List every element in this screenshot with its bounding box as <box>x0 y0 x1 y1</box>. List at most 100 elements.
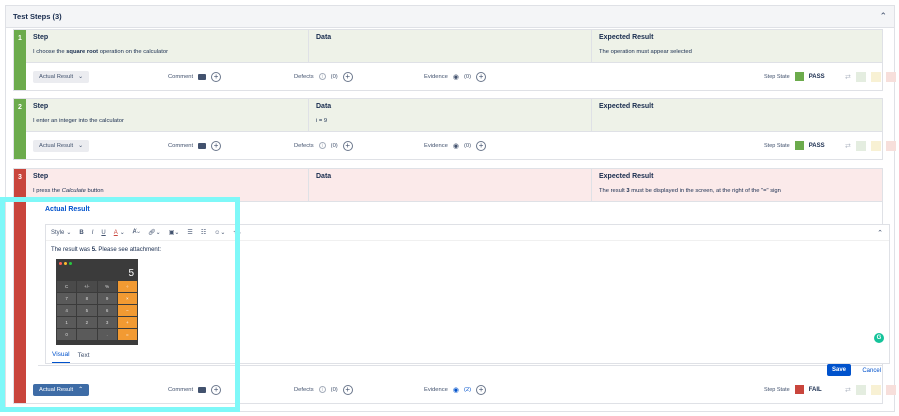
state-value: PASS <box>808 142 825 149</box>
expected-text: The result 3 must be displayed in the sc… <box>599 188 781 194</box>
state-swatch[interactable] <box>794 385 804 394</box>
calculator-keypad: C +/-% ÷ 7 8 9 × 4 5 6− 1 2 3 +0. = <box>56 281 138 340</box>
image-icon[interactable]: ▣⌄ <box>169 229 180 236</box>
calculator-key: 8 <box>77 293 97 304</box>
grammarly-icon[interactable]: G <box>874 333 884 343</box>
calculator-key: 5 <box>77 305 97 316</box>
add-comment-icon[interactable]: + <box>211 71 222 82</box>
more-formatting-icon[interactable]: Ꭺ̸⌄ <box>133 229 140 236</box>
actual-result-button[interactable]: Actual Result ⌄ <box>33 70 90 83</box>
state-shortcuts: ⇄ <box>845 140 896 151</box>
tab-visual[interactable]: Visual <box>52 351 70 363</box>
expected-text: The operation must appear selected <box>599 49 692 55</box>
rich-text-editor[interactable]: Style ⌄ B I U A ⌄ Ꭺ̸⌄ 🔗︎⌄ ▣⌄ ☰ ☷ ☺⌄ +⌄ ⌃ T… <box>45 224 890 376</box>
chevron-down-icon: ⌄ <box>78 73 84 80</box>
expected-header: Expected Result <box>599 173 654 180</box>
data-text: i = 9 <box>316 118 328 124</box>
step-cell: Step I enter an integer into the calcula… <box>26 99 309 131</box>
swap-icon[interactable]: ⇄ <box>845 386 851 394</box>
step-actions-row: Actual Result ⌄ Comment + Defects i (0) + Evi… <box>26 63 896 90</box>
step-number: 1 <box>14 30 26 90</box>
text-color-button[interactable]: A ⌄ <box>114 229 125 237</box>
comment-icon[interactable] <box>198 73 207 80</box>
state-shortcuts: ⇄ <box>845 384 896 395</box>
comment-icon[interactable] <box>198 142 207 149</box>
numbered-list-icon[interactable]: ☷ <box>201 229 206 236</box>
test-step-3: 3 Step I press the Calculate button Data… <box>13 168 896 404</box>
data-cell: Data <box>309 169 592 201</box>
eye-icon[interactable]: ◉ <box>453 142 459 150</box>
calculator-screenshot-attachment[interactable]: 5 C +/-% ÷ 7 8 9 × 4 5 6−1 2 3 +0. = <box>56 259 138 345</box>
add-comment-icon[interactable]: + <box>211 384 222 395</box>
step-number: 2 <box>14 99 26 159</box>
add-defect-icon[interactable]: + <box>342 140 353 151</box>
step-text: I enter an integer into the calculator <box>33 118 124 124</box>
pass-shortcut[interactable] <box>855 71 866 82</box>
info-icon: i <box>318 386 326 393</box>
fail-shortcut[interactable] <box>885 384 896 395</box>
editor-tabs: Visual Text <box>46 346 889 363</box>
calculator-key: 1 <box>57 317 77 328</box>
add-defect-icon[interactable]: + <box>342 71 353 82</box>
chevron-up-icon[interactable]: ⌃ <box>879 11 887 22</box>
actual-result-button[interactable]: Actual Result ⌃ <box>33 383 90 396</box>
fail-shortcut[interactable] <box>885 140 896 151</box>
todo-shortcut[interactable] <box>870 140 881 151</box>
panel-header[interactable]: Test Steps (3) ⌃ <box>6 6 894 28</box>
comment-action: Comment + <box>168 71 222 82</box>
step-header: Step <box>33 103 49 110</box>
comment-icon[interactable] <box>198 386 207 393</box>
insert-plus-icon[interactable]: +⌄ <box>233 229 242 236</box>
calculator-key: 6 <box>97 305 117 316</box>
pass-shortcut[interactable] <box>855 140 866 151</box>
pass-shortcut[interactable] <box>855 384 866 395</box>
eye-icon[interactable]: ◉ <box>453 73 459 81</box>
calculator-key: − <box>117 305 137 316</box>
step-text: I press the Calculate button <box>33 188 104 194</box>
bullet-list-icon[interactable]: ☰ <box>187 229 192 236</box>
bold-button[interactable]: B <box>79 230 83 236</box>
expected-cell: Expected Result The operation must appea… <box>592 30 882 62</box>
calculator-display: 5 <box>128 268 134 279</box>
calculator-key: 7 <box>57 293 77 304</box>
state-swatch[interactable] <box>794 141 804 150</box>
step-actions-row: Actual Result ⌃ Comment + Defects i (0) + Evi… <box>26 376 896 403</box>
add-evidence-icon[interactable]: + <box>476 71 487 82</box>
state-swatch[interactable] <box>794 72 804 81</box>
style-dropdown[interactable]: Style ⌄ <box>51 229 71 237</box>
data-header: Data <box>316 173 332 180</box>
add-evidence-icon[interactable]: + <box>476 384 487 395</box>
swap-icon[interactable]: ⇄ <box>845 142 851 150</box>
add-evidence-icon[interactable]: + <box>476 140 487 151</box>
comment-action: Comment + <box>168 384 222 395</box>
add-defect-icon[interactable]: + <box>342 384 353 395</box>
underline-button[interactable]: U <box>101 230 105 236</box>
todo-shortcut[interactable] <box>870 384 881 395</box>
actual-result-button[interactable]: Actual Result ⌄ <box>33 139 90 152</box>
data-cell: Data i = 9 <box>309 99 592 131</box>
tab-text[interactable]: Text <box>78 352 90 363</box>
maximize-dot-icon <box>69 261 72 265</box>
swap-icon[interactable]: ⇄ <box>845 73 851 81</box>
expected-header: Expected Result <box>599 34 654 41</box>
add-comment-icon[interactable]: + <box>211 140 222 151</box>
calculator-key: = <box>117 329 137 340</box>
cancel-button[interactable]: Cancel <box>862 368 881 374</box>
data-header: Data <box>316 34 332 41</box>
eye-icon[interactable]: ◉ <box>453 386 459 394</box>
link-icon[interactable]: 🔗︎⌄ <box>148 229 161 236</box>
fail-shortcut[interactable] <box>885 71 896 82</box>
step-cell: Step I choose the square root operation … <box>26 30 309 62</box>
calculator-key: × <box>117 293 137 304</box>
state-shortcuts: ⇄ <box>845 71 896 82</box>
emoji-icon[interactable]: ☺⌄ <box>214 229 225 236</box>
save-button[interactable]: Save <box>826 364 851 376</box>
evidence-action: Evidence ◉ (0) + <box>424 140 487 151</box>
info-icon: i <box>318 73 326 80</box>
chevron-down-icon: ⌄ <box>78 142 84 149</box>
window-controls <box>56 259 138 267</box>
defects-action: Defects i (0) + <box>294 384 353 395</box>
italic-button[interactable]: I <box>92 230 94 236</box>
collapse-toolbar-icon[interactable]: ⌃ <box>877 229 883 237</box>
todo-shortcut[interactable] <box>870 71 881 82</box>
